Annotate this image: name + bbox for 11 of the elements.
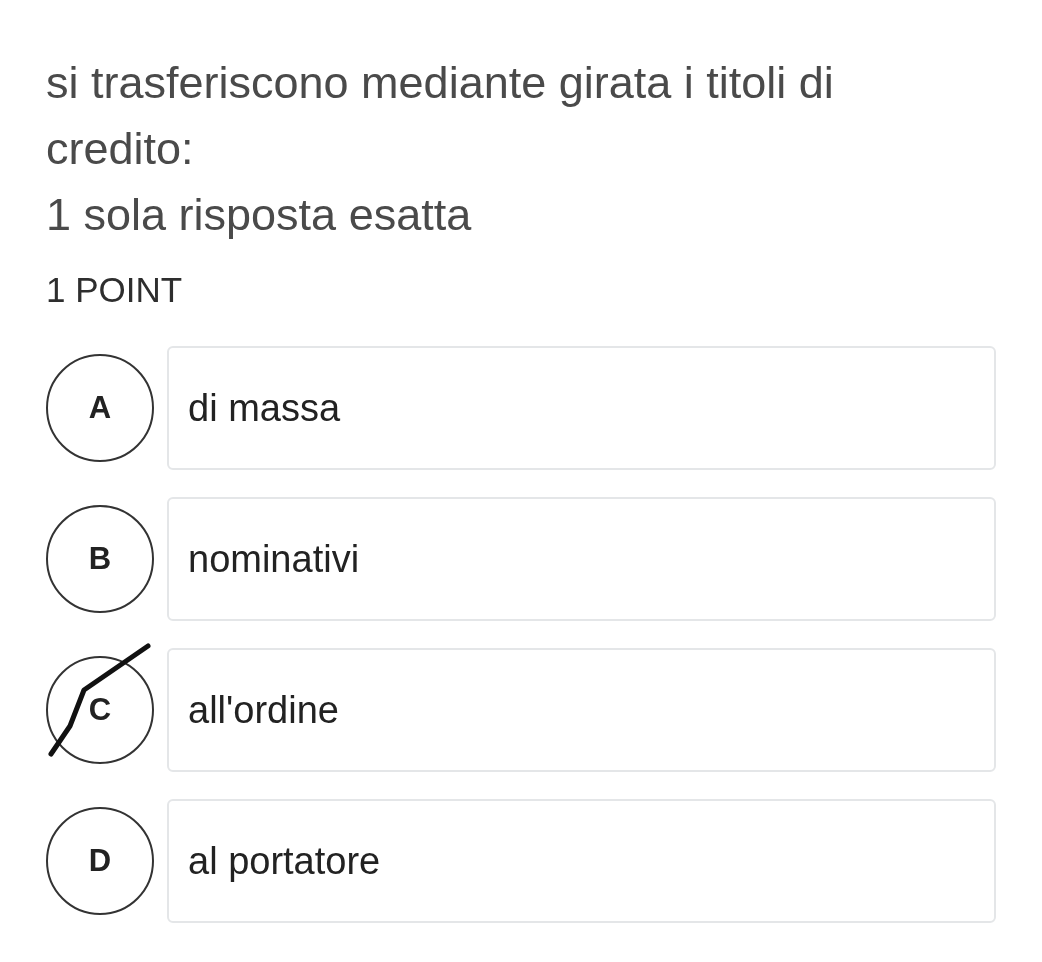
answer-option[interactable]: al portatore	[167, 799, 996, 923]
option-letter[interactable]: D	[46, 807, 154, 915]
instruction-text: 1 sola risposta esatta	[46, 188, 473, 242]
answer-option[interactable]: di massa	[167, 346, 996, 470]
points-label: 1 POINT	[46, 270, 184, 310]
option-letter[interactable]: C	[46, 656, 154, 764]
question-text: si trasferiscono mediante girata i titoli di credito:	[46, 56, 835, 176]
answer-option[interactable]: all'ordine	[167, 648, 996, 772]
answer-option[interactable]: nominativi	[167, 497, 996, 621]
option-letter[interactable]: B	[46, 505, 154, 613]
option-letter[interactable]: A	[46, 354, 154, 462]
